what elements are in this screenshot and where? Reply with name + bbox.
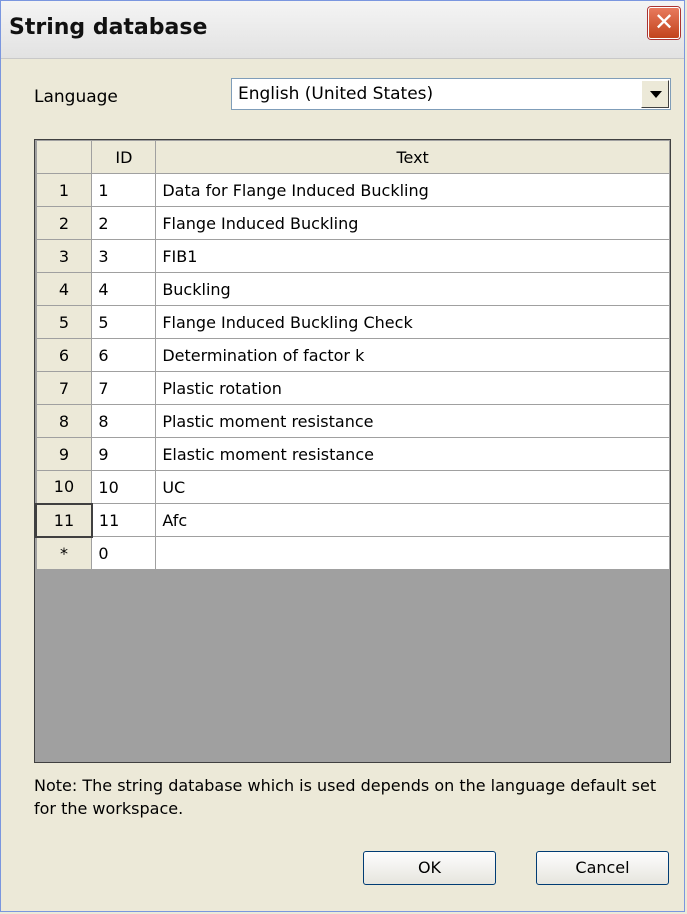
- id-cell[interactable]: 7: [91, 371, 157, 405]
- text-cell[interactable]: Elastic moment resistance: [155, 437, 670, 471]
- table-row[interactable]: 10 10 UC: [35, 470, 670, 504]
- id-cell[interactable]: 0: [91, 536, 157, 570]
- id-cell[interactable]: 5: [91, 305, 157, 339]
- chevron-down-icon[interactable]: [641, 80, 669, 108]
- row-header[interactable]: 6: [35, 338, 93, 372]
- dialog-title: String database: [9, 15, 208, 40]
- table-row[interactable]: 7 7 Plastic rotation: [35, 371, 670, 405]
- id-cell[interactable]: 8: [91, 404, 157, 438]
- row-header[interactable]: 8: [35, 404, 93, 438]
- row-header[interactable]: 11: [35, 502, 93, 538]
- text-cell[interactable]: UC: [155, 470, 670, 504]
- text-cell[interactable]: Flange Induced Buckling Check: [155, 305, 670, 339]
- table-row[interactable]: 5 5 Flange Induced Buckling Check: [35, 305, 670, 339]
- row-header[interactable]: 4: [35, 272, 93, 306]
- table-row[interactable]: 9 9 Elastic moment resistance: [35, 437, 670, 471]
- row-header[interactable]: 7: [35, 371, 93, 405]
- corner-cell[interactable]: [35, 140, 93, 174]
- row-header[interactable]: 2: [35, 206, 93, 240]
- header-row: ID Text: [35, 140, 670, 174]
- language-select-value: English (United States): [238, 84, 434, 104]
- language-select[interactable]: English (United States): [231, 78, 671, 110]
- table-row[interactable]: 3 3 FIB1: [35, 239, 670, 273]
- table-row[interactable]: 4 4 Buckling: [35, 272, 670, 306]
- id-cell[interactable]: 6: [91, 338, 157, 372]
- id-cell[interactable]: 3: [91, 239, 157, 273]
- cancel-button[interactable]: Cancel: [536, 851, 669, 885]
- row-header[interactable]: 9: [35, 437, 93, 471]
- id-cell[interactable]: 10: [91, 470, 157, 504]
- row-header[interactable]: 1: [35, 173, 93, 207]
- column-header-id[interactable]: ID: [91, 140, 157, 174]
- string-database-dialog: String database ✕ Language English (Unit…: [0, 0, 685, 912]
- row-header[interactable]: 3: [35, 239, 93, 273]
- id-cell[interactable]: 11: [91, 503, 157, 537]
- text-cell[interactable]: Determination of factor k: [155, 338, 670, 372]
- id-cell[interactable]: 4: [91, 272, 157, 306]
- note-text: Note: The string database which is used …: [34, 776, 657, 818]
- close-icon: ✕: [653, 8, 675, 36]
- table-row[interactable]: 8 8 Plastic moment resistance: [35, 404, 670, 438]
- text-cell[interactable]: Plastic rotation: [155, 371, 670, 405]
- language-label: Language: [34, 87, 118, 107]
- string-table: ID Text 1 1 Data for Flange Induced Buckli…: [35, 140, 670, 570]
- text-cell[interactable]: Afc: [155, 503, 670, 537]
- close-button[interactable]: ✕: [648, 7, 680, 39]
- text-cell[interactable]: Flange Induced Buckling: [155, 206, 670, 240]
- text-cell[interactable]: Data for Flange Induced Buckling: [155, 173, 670, 207]
- table-row[interactable]: 11 11 Afc: [35, 502, 670, 538]
- text-cell[interactable]: FIB1: [155, 239, 670, 273]
- text-cell[interactable]: Plastic moment resistance: [155, 404, 670, 438]
- column-header-text[interactable]: Text: [155, 140, 670, 174]
- table-row[interactable]: 6 6 Determination of factor k: [35, 338, 670, 372]
- table-row[interactable]: * 0: [35, 536, 670, 570]
- row-header[interactable]: 5: [35, 305, 93, 339]
- text-cell[interactable]: Buckling: [155, 272, 670, 306]
- id-cell[interactable]: 9: [91, 437, 157, 471]
- text-cell[interactable]: [155, 536, 670, 570]
- row-header[interactable]: *: [35, 536, 93, 570]
- row-header[interactable]: 10: [35, 470, 93, 504]
- title-bar[interactable]: String database ✕: [1, 1, 684, 59]
- id-cell[interactable]: 2: [91, 206, 157, 240]
- ok-button[interactable]: OK: [363, 851, 496, 885]
- string-grid[interactable]: ID Text 1 1 Data for Flange Induced Buckli…: [34, 139, 671, 763]
- table-row[interactable]: 2 2 Flange Induced Buckling: [35, 206, 670, 240]
- table-row[interactable]: 1 1 Data for Flange Induced Buckling: [35, 173, 670, 207]
- id-cell[interactable]: 1: [91, 173, 157, 207]
